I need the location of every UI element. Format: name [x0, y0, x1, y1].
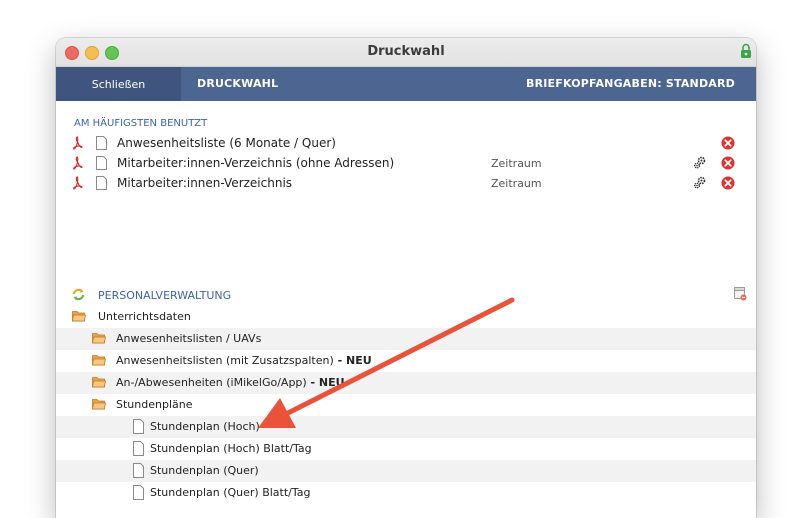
tree-folder-label: Anwesenheitslisten / UAVs	[116, 332, 262, 345]
tree-folder-row[interactable]: An-/Abwesenheiten (iMikelGo/App) - NEU	[56, 372, 756, 394]
delete-icon[interactable]	[721, 176, 735, 190]
print-settings-icon[interactable]	[734, 287, 747, 301]
open-folder-icon	[72, 311, 86, 322]
tree-document-row[interactable]: Stundenplan (Hoch) Blatt/Tag	[56, 438, 756, 460]
favorite-name: Anwesenheitsliste (6 Monate / Quer)	[117, 136, 336, 150]
tree-document-label: Stundenplan (Hoch) Blatt/Tag	[150, 442, 312, 455]
settings-gear-icon[interactable]	[693, 156, 706, 169]
delete-icon[interactable]	[721, 136, 735, 150]
document-icon	[133, 463, 144, 478]
favorites-heading: AM HÄUFIGSTEN BENUTZT	[74, 118, 208, 129]
open-folder-icon	[92, 399, 106, 410]
tree-document-row[interactable]: Stundenplan (Quer)	[56, 460, 756, 482]
document-icon	[133, 485, 144, 500]
lock-icon	[741, 43, 751, 58]
tree-folder-label: An-/Abwesenheiten (iMikelGo/App) - NEU	[116, 376, 345, 389]
folder-icon	[92, 377, 106, 388]
tree-folder-row[interactable]: Stundenpläne	[56, 394, 756, 416]
letterhead-selector[interactable]: BRIEFKOPFANGABEN: STANDARD	[526, 67, 735, 101]
title-bar: Druckwahl	[56, 38, 756, 67]
tree-document-label: Stundenplan (Quer)	[150, 464, 259, 477]
tree-folder-label: Anwesenheitslisten (mit Zusatzspalten) -…	[116, 354, 372, 367]
document-icon	[96, 136, 107, 150]
favorite-range: Zeitraum	[491, 177, 542, 190]
tree-document-row[interactable]: Stundenplan (Quer) Blatt/Tag	[56, 482, 756, 504]
tree-folder-row[interactable]: Anwesenheitslisten / UAVs	[56, 328, 756, 350]
settings-gear-icon[interactable]	[693, 176, 706, 189]
druckwahl-window: Druckwahl Schließen DRUCKWAHL BRIEFKOPFA…	[56, 38, 756, 518]
pdf-icon	[73, 136, 83, 150]
toolbar: Schließen DRUCKWAHL BRIEFKOPFANGABEN: ST…	[56, 67, 756, 101]
folder-icon	[92, 355, 106, 366]
favorite-range: Zeitraum	[491, 157, 542, 170]
document-icon	[96, 176, 107, 190]
favorite-row[interactable]: Mitarbeiter:innen-Verzeichnis Zeitraum	[56, 174, 756, 194]
document-icon	[133, 419, 144, 434]
tree-document-row[interactable]: Stundenplan (Hoch)	[56, 416, 756, 438]
personalverwaltung-heading[interactable]: PERSONALVERWALTUNG	[98, 289, 231, 302]
tree-document-label: Stundenplan (Hoch)	[150, 420, 260, 433]
folder-icon	[92, 333, 106, 344]
tree-document-label: Stundenplan (Quer) Blatt/Tag	[150, 486, 311, 499]
favorite-row[interactable]: Mitarbeiter:innen-Verzeichnis (ohne Adre…	[56, 154, 756, 174]
tree-folder-label: Stundenpläne	[116, 398, 193, 411]
tab-druckwahl[interactable]: DRUCKWAHL	[197, 67, 278, 101]
favorite-name: Mitarbeiter:innen-Verzeichnis	[117, 176, 293, 190]
favorite-row[interactable]: Anwesenheitsliste (6 Monate / Quer)	[56, 134, 756, 154]
document-icon	[133, 441, 144, 456]
document-icon	[96, 156, 107, 170]
tree-folder-row[interactable]: Anwesenheitslisten (mit Zusatzspalten) -…	[56, 350, 756, 372]
tree-root-label: Unterrichtsdaten	[98, 310, 191, 323]
pdf-icon	[73, 156, 83, 170]
pdf-icon	[73, 176, 83, 190]
delete-icon[interactable]	[721, 156, 735, 170]
sync-icon	[73, 288, 84, 301]
close-button[interactable]: Schließen	[56, 67, 181, 101]
window-title: Druckwahl	[367, 44, 445, 59]
favorite-name: Mitarbeiter:innen-Verzeichnis (ohne Adre…	[117, 156, 395, 170]
tree-root-row[interactable]: Unterrichtsdaten	[56, 306, 756, 328]
